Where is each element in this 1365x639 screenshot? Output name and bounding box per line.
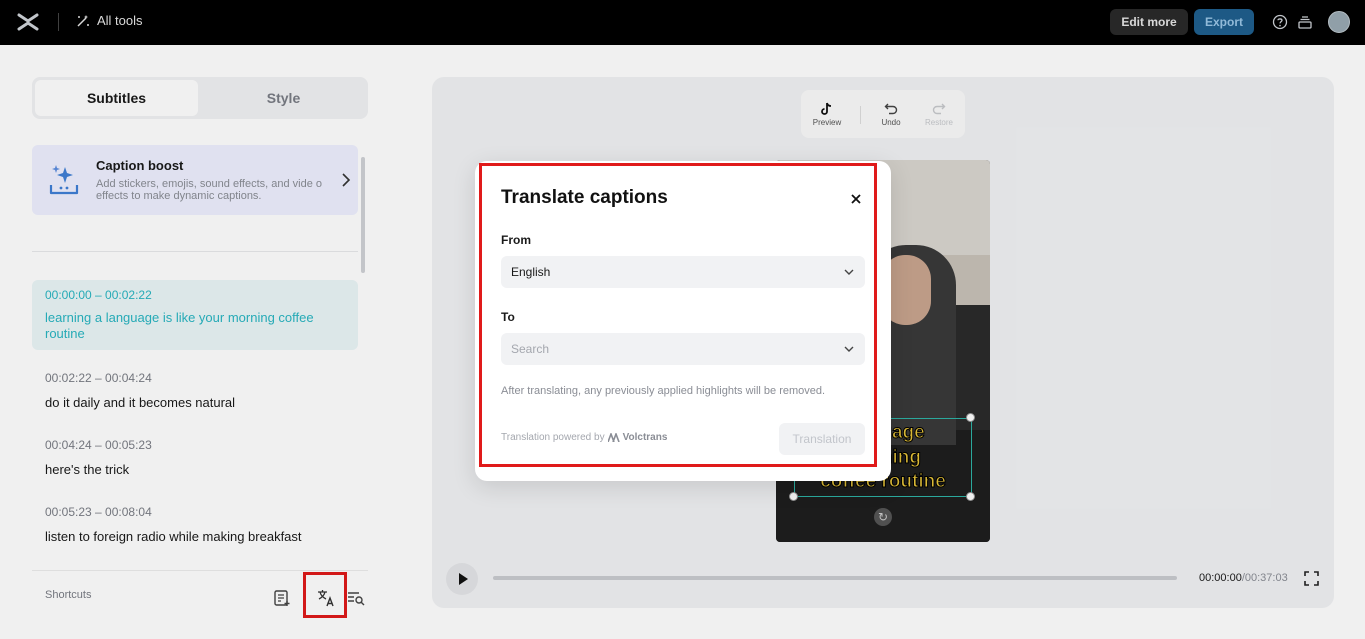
- dialog-highlight: [479, 163, 877, 467]
